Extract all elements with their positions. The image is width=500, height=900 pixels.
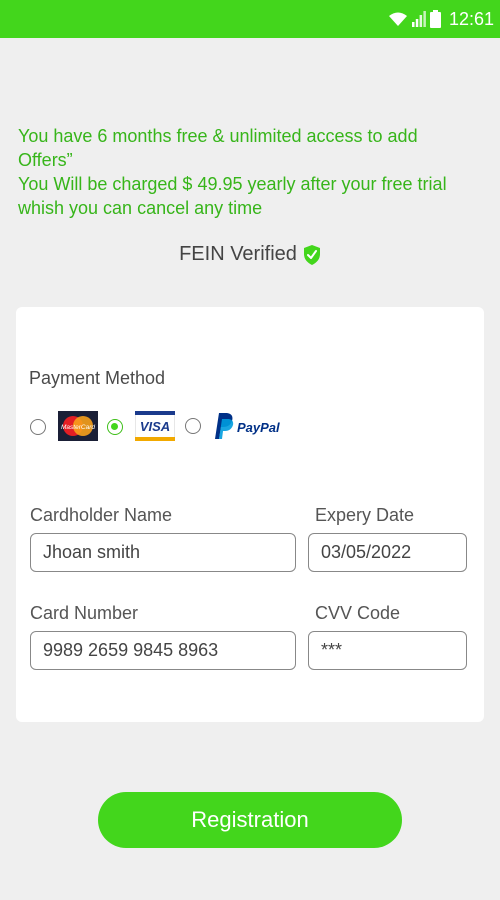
intro-line-offers: You have 6 months free & unlimited acces… xyxy=(18,126,418,170)
expiry-date-input[interactable] xyxy=(308,533,467,572)
status-icons xyxy=(388,10,441,28)
intro-message: You have 6 months free & unlimited acces… xyxy=(18,124,468,220)
visa-radio[interactable] xyxy=(107,419,123,435)
paypal-logo[interactable]: PayPal xyxy=(212,411,282,446)
visa-logo-text: VISA xyxy=(140,419,170,434)
visa-logo[interactable]: VISA xyxy=(134,410,176,446)
status-time: 12:61 xyxy=(448,8,494,29)
mastercard-radio[interactable] xyxy=(30,419,46,435)
expiry-date-label: Expery Date xyxy=(315,505,415,525)
wifi-icon xyxy=(388,12,407,26)
battery-icon xyxy=(429,10,441,28)
cvv-code-label: CVV Code xyxy=(315,603,401,623)
registration-button[interactable]: Registration xyxy=(98,792,402,848)
shield-check-icon xyxy=(303,244,320,265)
mastercard-logo-text: MasterCard xyxy=(61,424,95,431)
signal-icon xyxy=(411,11,426,27)
card-number-label: Card Number xyxy=(30,603,139,623)
payment-card: Payment Method MasterCard VISA PayPal Ca… xyxy=(16,307,484,722)
intro-line-charge: You Will be charged $ 49.95 yearly after… xyxy=(18,174,447,218)
paypal-logo-text: PayPal xyxy=(237,420,280,435)
status-bar: 12:61 xyxy=(0,0,500,38)
mastercard-logo[interactable]: MasterCard xyxy=(58,411,98,446)
payment-method-label: Payment Method xyxy=(29,368,166,388)
fein-label: FEIN Verified xyxy=(179,243,297,265)
cvv-code-input[interactable] xyxy=(308,631,467,670)
card-number-input[interactable] xyxy=(30,631,296,670)
paypal-radio[interactable] xyxy=(185,418,201,434)
cardholder-name-input[interactable] xyxy=(30,533,296,572)
fein-verified: FEIN Verified xyxy=(0,243,500,266)
cardholder-name-label: Cardholder Name xyxy=(30,505,173,525)
